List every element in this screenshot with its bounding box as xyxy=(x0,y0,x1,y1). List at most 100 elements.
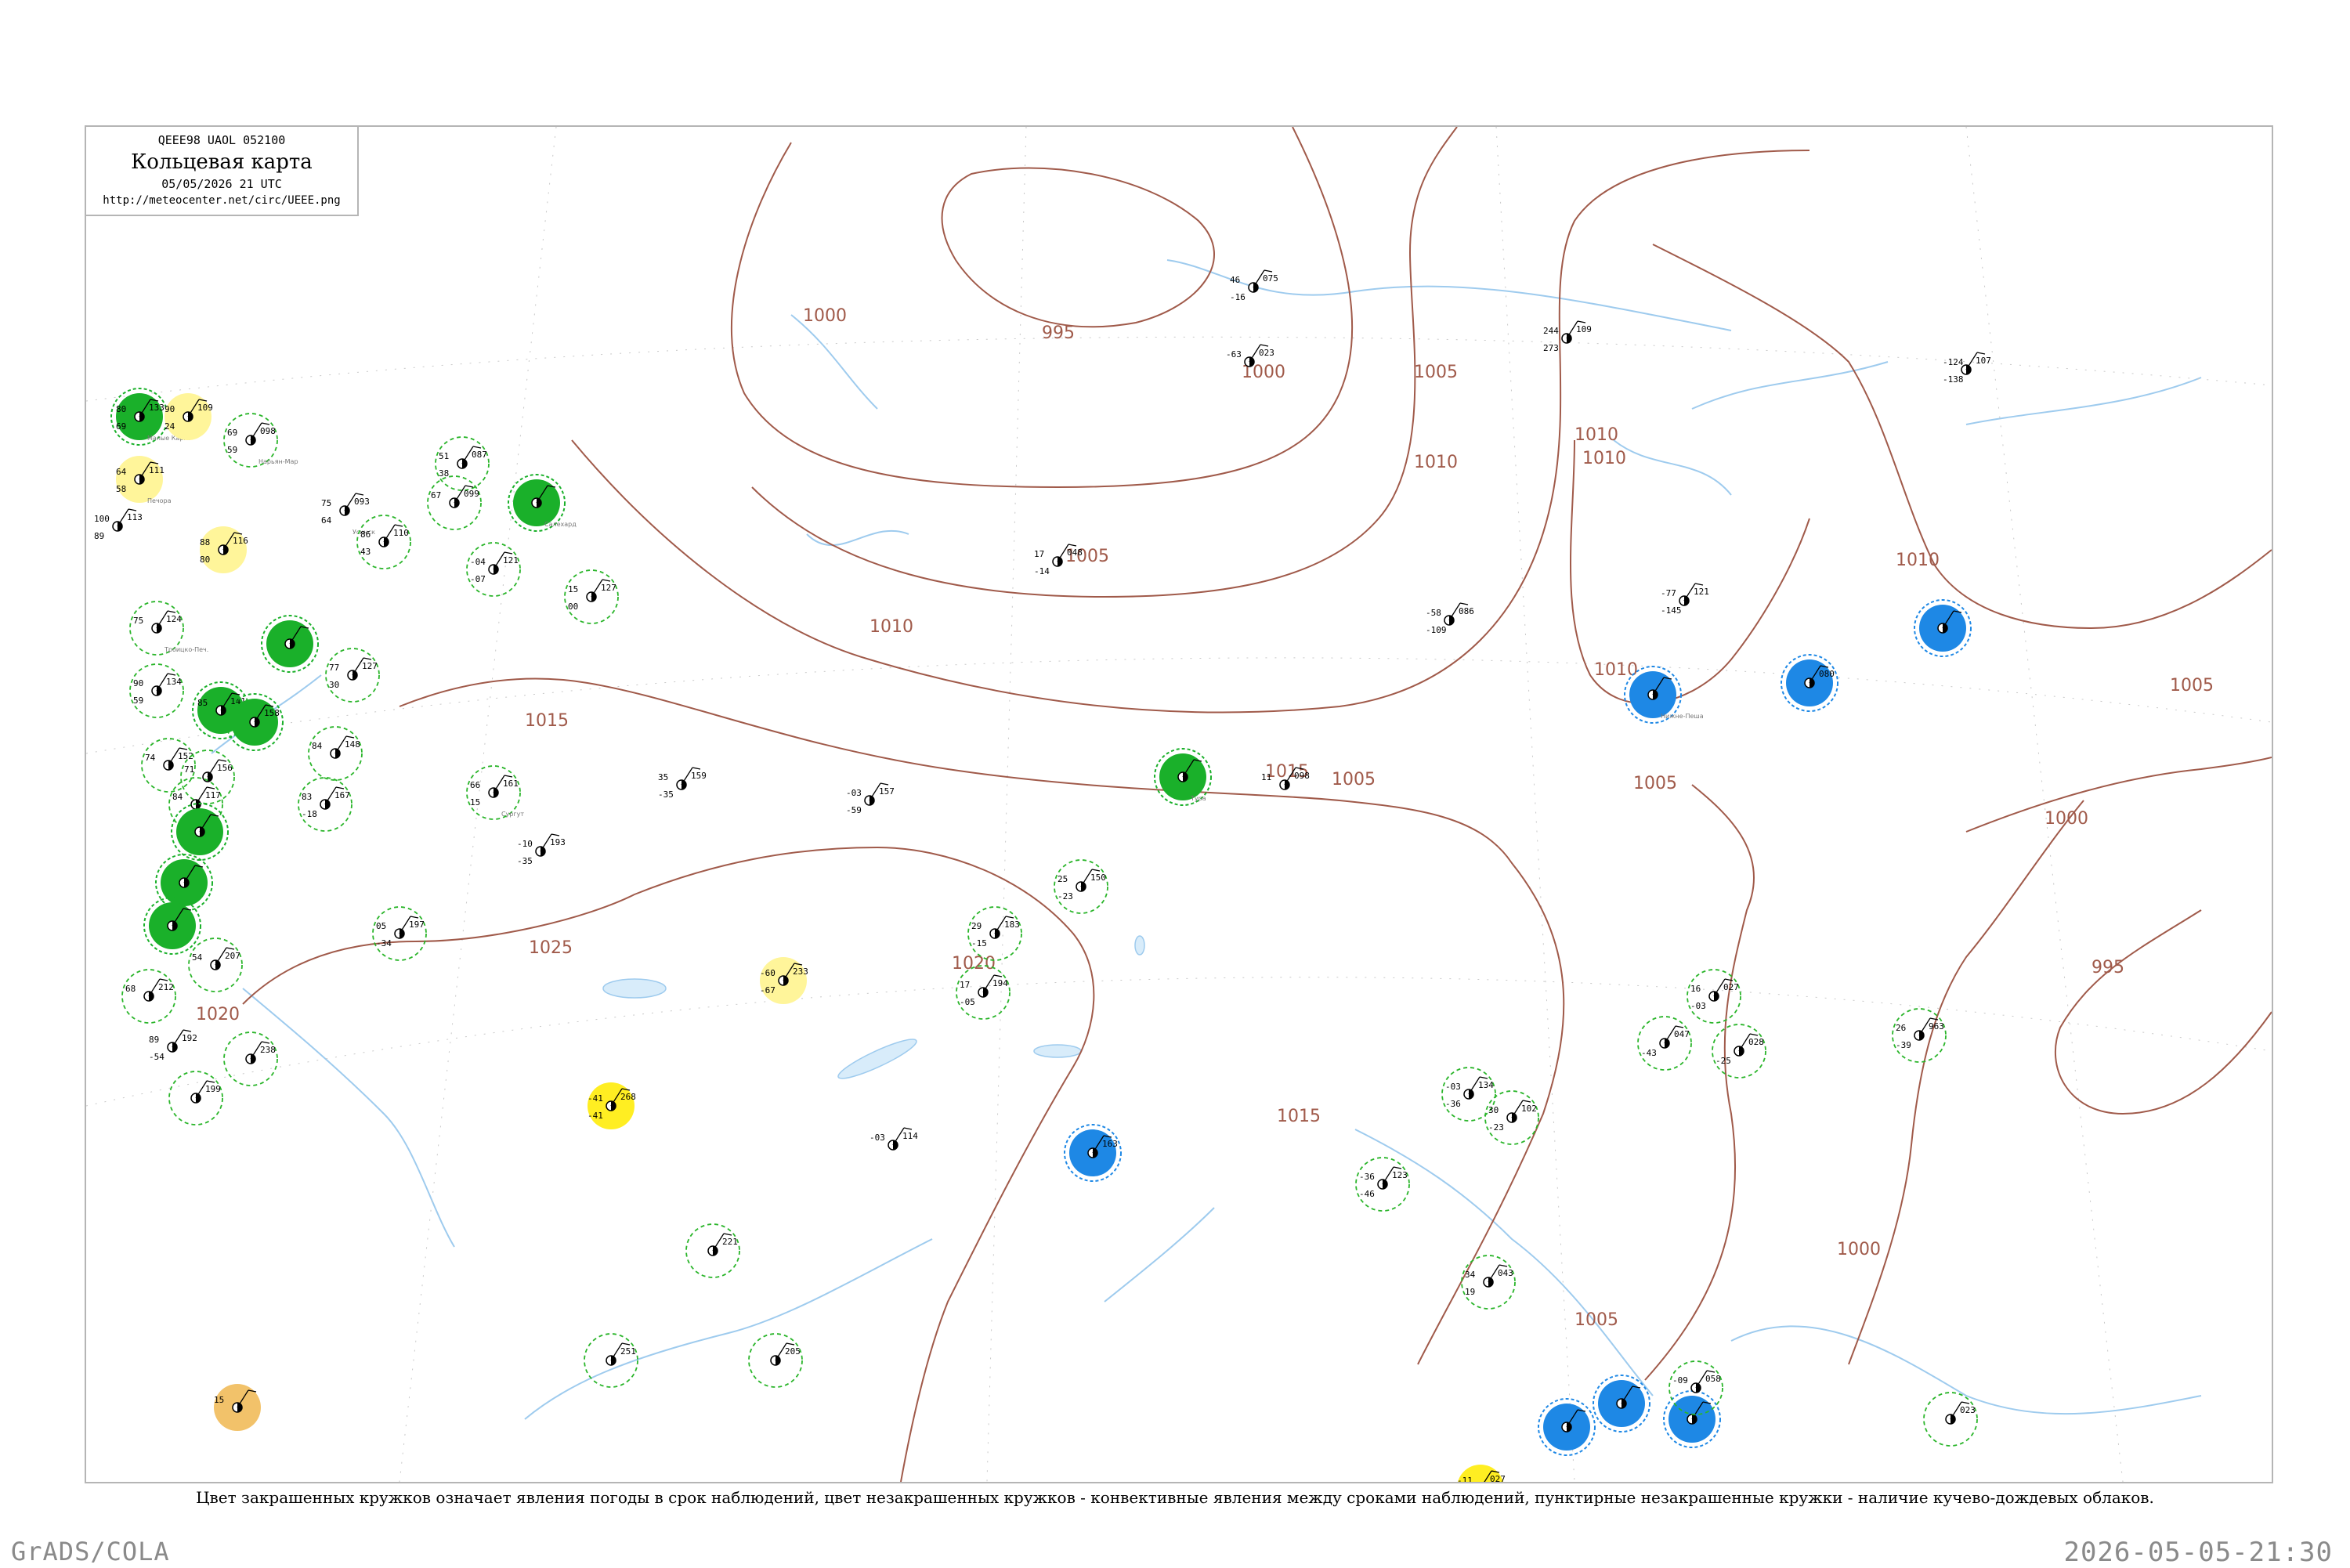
station-plot[interactable]: 75 124 Троицко-Печ. xyxy=(129,601,208,656)
station-plot[interactable]: 77 127 30 xyxy=(325,648,380,703)
station-plot[interactable]: 64 111 58 Печора xyxy=(116,456,172,504)
station-plot[interactable]: 46 075 -16 xyxy=(1230,269,1278,302)
station-dewpoint: -14 xyxy=(1034,566,1050,576)
station-pressure: 093 xyxy=(354,497,370,507)
station-dewpoint: -41 xyxy=(588,1111,603,1121)
station-plot[interactable]: 100 113 89 xyxy=(94,508,143,541)
isobar-label: 1000 xyxy=(1837,1240,1881,1259)
station-plot[interactable]: 67 099 xyxy=(427,475,482,530)
station-plot[interactable]: 05 197 -34 xyxy=(372,906,427,961)
station-plot[interactable]: -124 107 -138 xyxy=(1943,352,1991,385)
station-plot[interactable]: 16 027 -03 xyxy=(1687,969,1741,1024)
station-plot[interactable]: -41 268 -41 xyxy=(588,1082,636,1129)
station-plot[interactable]: 023 xyxy=(1923,1392,1978,1447)
station-temperature: 84 xyxy=(312,741,323,751)
station-plot[interactable]: 29 183 -15 xyxy=(967,906,1022,961)
isobar-label: 1020 xyxy=(952,954,996,974)
station-plot[interactable]: -36 123 -46 xyxy=(1355,1157,1410,1212)
station-plot[interactable]: 51 087 38 xyxy=(435,436,490,491)
station-plot[interactable]: 199 xyxy=(168,1071,223,1125)
station-plot[interactable]: 205 xyxy=(748,1333,803,1388)
station-plot[interactable]: -03 134 -36 xyxy=(1441,1067,1496,1122)
station-plot[interactable]: 15 xyxy=(214,1384,261,1431)
station-pressure: 251 xyxy=(620,1346,636,1357)
station-plot[interactable]: -03 114 xyxy=(870,1127,918,1151)
wind-barb-feather xyxy=(167,610,176,613)
station-plot[interactable]: 238 xyxy=(223,1031,278,1086)
wind-barb-feather xyxy=(261,422,270,425)
station-plot[interactable]: 88 116 80 xyxy=(200,526,248,573)
station-plot[interactable]: 89 192 -54 xyxy=(149,1029,197,1062)
station-plot[interactable]: 34 043 19 xyxy=(1461,1255,1516,1310)
station-plot[interactable]: 68 212 xyxy=(121,969,176,1024)
station-temperature: 75 xyxy=(321,498,331,508)
isobar-label: 1010 xyxy=(1582,449,1626,468)
station-plot[interactable]: 158 xyxy=(226,693,284,751)
station-pressure: 159 xyxy=(691,771,707,781)
station-dewpoint: 15 xyxy=(470,797,480,807)
station-pressure: 086 xyxy=(1459,606,1474,616)
station-plot[interactable]: 15 127 00 xyxy=(564,569,619,624)
station-plot[interactable] xyxy=(155,854,213,912)
station-pressure: 028 xyxy=(1748,1037,1764,1047)
station-pressure: 113 xyxy=(127,512,143,522)
station-temperature: -60 xyxy=(760,968,776,978)
station-plot[interactable]: Тура xyxy=(1154,748,1212,806)
station-temperature: 25 xyxy=(1058,874,1068,884)
map-canvas: 1000 995 1000 1005 1010 1005 1010 1015 1… xyxy=(86,127,2272,1482)
isobar-label: 1010 xyxy=(1594,660,1638,680)
station-dewpoint: -109 xyxy=(1426,625,1447,635)
station-plot[interactable] xyxy=(1593,1375,1650,1433)
station-plot[interactable]: 251 xyxy=(584,1333,638,1388)
station-plot[interactable]: 90 109 24 xyxy=(164,393,213,440)
station-plot[interactable]: 54 207 xyxy=(188,938,243,992)
station-temperature: 74 xyxy=(145,753,156,763)
station-plot[interactable]: 080 xyxy=(1781,654,1838,712)
station-plot[interactable]: 66 161 15 Сургут xyxy=(466,765,524,820)
station-temperature: 17 xyxy=(1034,549,1044,559)
software-credit: GrADS/COLA xyxy=(11,1537,170,1566)
station-plot[interactable]: 69 098 59 Нарьян-Мар xyxy=(223,413,298,468)
isobar-label: 1015 xyxy=(525,711,569,731)
station-plot[interactable] xyxy=(261,615,319,673)
station-plot[interactable]: -04 121 -07 xyxy=(466,542,521,597)
station-plot[interactable]: -11027-12 xyxy=(1457,1465,1506,1482)
station-plot[interactable] xyxy=(1914,599,1972,657)
wind-barb-feather xyxy=(472,446,482,449)
station-plot[interactable]: 028 -25 xyxy=(1712,1024,1766,1078)
station-pressure: 023 xyxy=(1960,1405,1976,1415)
lakes-layer xyxy=(602,935,1145,1079)
wind-barb-feather xyxy=(465,485,474,488)
station-plot[interactable]: 163 xyxy=(1064,1124,1122,1182)
station-plot[interactable]: 30 102 -23 xyxy=(1484,1090,1539,1145)
station-temperature: 90 xyxy=(164,404,175,414)
station-plot[interactable] xyxy=(171,803,229,861)
station-plot[interactable]: -03 157 -59 xyxy=(846,782,895,815)
station-temperature: 83 xyxy=(302,792,312,802)
station-plot[interactable] xyxy=(1538,1398,1596,1456)
station-dewpoint: 89 xyxy=(94,531,104,541)
station-plot[interactable]: 221 xyxy=(685,1223,740,1278)
station-temperature: -03 xyxy=(870,1133,885,1143)
station-plot[interactable]: -10 193 -35 xyxy=(517,833,566,866)
station-plot[interactable]: 244 109 273 xyxy=(1543,320,1592,353)
station-plot[interactable]: -60 233 -67 xyxy=(760,957,808,1004)
station-temperature: -41 xyxy=(588,1093,603,1104)
station-plot[interactable]: -77 121 -145 xyxy=(1661,583,1709,616)
wind-barb-feather xyxy=(504,775,513,778)
station-plot[interactable] xyxy=(143,897,201,955)
station-plot[interactable]: 83 167 -18 xyxy=(298,777,352,832)
station-plot[interactable]: -58 086 -109 xyxy=(1426,602,1474,635)
station-plot[interactable]: 047 -43 xyxy=(1637,1016,1692,1071)
station-plot[interactable]: 35 159 -35 xyxy=(658,767,707,800)
station-plot[interactable]: 25 150 -23 xyxy=(1054,859,1108,914)
station-plot[interactable]: 86 110 43 xyxy=(356,515,411,569)
isobar-label: 1005 xyxy=(1332,770,1376,789)
station-name: Тура xyxy=(1190,795,1206,802)
station-plot[interactable]: 84 148 xyxy=(308,726,363,781)
station-plot[interactable]: Салехард xyxy=(508,474,577,532)
station-dewpoint: -35 xyxy=(517,856,533,866)
station-plot[interactable]: 90 134 59 xyxy=(129,663,184,718)
source-url[interactable]: http://meteocenter.net/circ/UEEE.png xyxy=(86,194,357,207)
station-temperature: 75 xyxy=(133,616,143,626)
